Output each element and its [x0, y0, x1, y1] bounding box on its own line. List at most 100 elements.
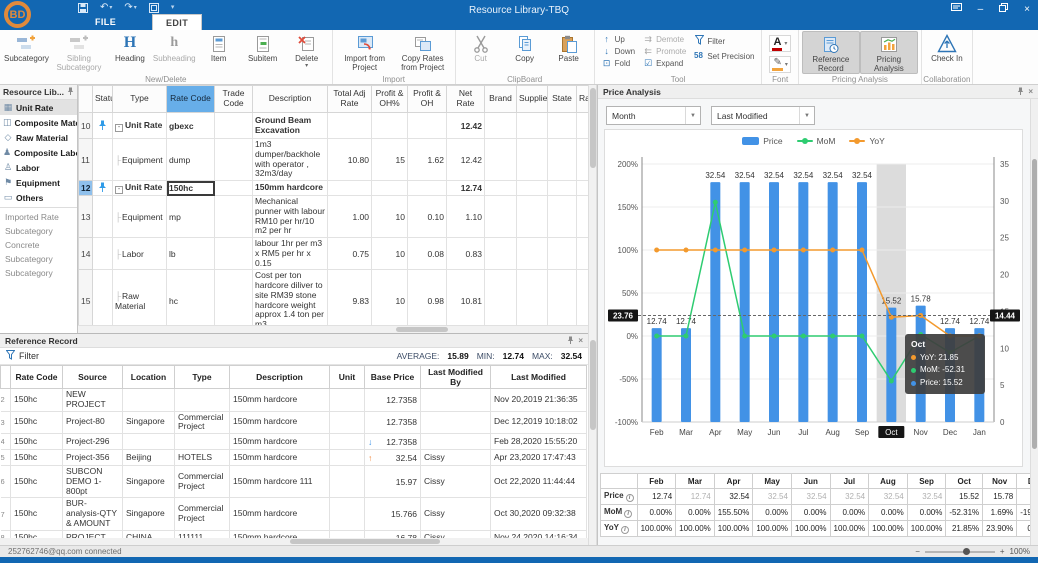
grid-cell[interactable]: mp: [167, 196, 215, 238]
ref-cell[interactable]: 4: [1, 434, 11, 450]
grid-cell[interactable]: -Unit Rate: [113, 113, 167, 139]
sidebar-subitem[interactable]: Subcategory: [0, 266, 77, 280]
ref-cell[interactable]: Commercial Project: [175, 498, 230, 530]
ref-cell[interactable]: SUBCON DEMO 1-800pt: [63, 466, 123, 498]
delete-button[interactable]: Delete ▾: [285, 31, 329, 70]
grid-cell[interactable]: 1.00: [328, 196, 372, 238]
ref-cell[interactable]: 7: [1, 498, 11, 530]
sidebar-item-others[interactable]: ▭Others: [0, 190, 77, 205]
panel-pin-icon[interactable]: [567, 336, 574, 346]
ref-cell[interactable]: 150mm hardcore: [230, 389, 330, 412]
pricing-analysis-button[interactable]: Pricing Analysis: [860, 31, 918, 74]
ref-cell[interactable]: [330, 434, 365, 450]
grid-cell[interactable]: 0.98: [408, 270, 447, 325]
sidebar-item-unit-rate[interactable]: ▦Unit Rate: [0, 100, 77, 115]
grid-row-10[interactable]: 10-Unit RategbexcGround Beam Excavation1…: [79, 113, 589, 139]
ref-horizontal-scrollbar[interactable]: [0, 538, 588, 545]
grid-column-header[interactable]: Profit & OH%: [372, 86, 408, 113]
grid-cell[interactable]: [93, 181, 113, 196]
filter-button[interactable]: Filter: [694, 35, 754, 47]
grid-cell[interactable]: [577, 238, 589, 270]
grid-cell[interactable]: 1m3 dumper/backhole with operator , 32m3…: [253, 139, 328, 181]
minimize-button[interactable]: –: [978, 4, 984, 15]
copy-rates-from-project-button[interactable]: Copy Rates from Project: [394, 31, 452, 72]
grid-cell[interactable]: 12.42: [447, 113, 485, 139]
ref-cell[interactable]: 6: [1, 466, 11, 498]
ref-cell[interactable]: Project-296: [63, 434, 123, 450]
grid-column-header[interactable]: [79, 86, 93, 113]
grid-cell[interactable]: [485, 238, 517, 270]
sidebar-subitem[interactable]: Subcategory: [0, 252, 77, 266]
promote-button[interactable]: ⇇Promote: [643, 47, 686, 56]
grid-cell[interactable]: [548, 181, 577, 196]
reference-row[interactable]: 2150hcNEW PROJECT150mm hardcore12.7358No…: [1, 389, 587, 412]
grid-row-12[interactable]: 12-Unit Rate150hc150mm hardcore12.74: [79, 181, 589, 196]
grid-cell[interactable]: [548, 113, 577, 139]
info-icon[interactable]: i: [626, 494, 634, 502]
reference-row[interactable]: 4150hcProject-296150mm hardcore↓12.7358F…: [1, 434, 587, 450]
grid-cell[interactable]: [577, 139, 589, 181]
grid-column-header[interactable]: Supplier: [517, 86, 548, 113]
ref-cell[interactable]: [421, 389, 491, 412]
grid-cell[interactable]: 0.83: [447, 238, 485, 270]
grid-cell[interactable]: 10: [372, 270, 408, 325]
grid-cell[interactable]: ├Labor: [113, 238, 167, 270]
grid-row-15[interactable]: 15├Raw MaterialhcCost per ton hardcore d…: [79, 270, 589, 325]
grid-column-header[interactable]: State: [548, 86, 577, 113]
zoom-slider[interactable]: [925, 551, 995, 553]
period-dropdown[interactable]: Month ▼: [606, 106, 701, 125]
ref-cell[interactable]: Nov 20,2019 21:36:35: [491, 389, 587, 412]
tree-collapse-icon[interactable]: -: [115, 124, 123, 132]
ref-column-header[interactable]: Location: [123, 366, 175, 389]
ref-cell[interactable]: 150hc: [11, 450, 63, 466]
ref-cell[interactable]: Project-80: [63, 411, 123, 434]
grid-vscroll-thumb[interactable]: [590, 88, 596, 168]
grid-cell[interactable]: [372, 181, 408, 196]
ref-cell[interactable]: 150mm hardcore: [230, 411, 330, 434]
sidebar-pin-icon[interactable]: [67, 87, 74, 97]
ref-cell[interactable]: 150hc: [11, 498, 63, 530]
subheading-button[interactable]: h Subheading: [152, 31, 197, 63]
ref-cell[interactable]: [330, 411, 365, 434]
reference-row[interactable]: 3150hcProject-80SingaporeCommercial Proj…: [1, 411, 587, 434]
ref-cell[interactable]: ↓12.7358: [365, 434, 421, 450]
sidebar-subitem[interactable]: Concrete: [0, 238, 77, 252]
sidebar-item-labor[interactable]: ♙Labor: [0, 160, 77, 175]
item-button[interactable]: Item: [197, 31, 241, 63]
grid-hscroll-thumb[interactable]: [396, 327, 448, 332]
grid-cell[interactable]: [408, 181, 447, 196]
grid-cell[interactable]: [485, 139, 517, 181]
ref-cell[interactable]: [330, 389, 365, 412]
grid-cell[interactable]: [548, 139, 577, 181]
grid-cell[interactable]: [577, 196, 589, 238]
ref-column-header[interactable]: [1, 366, 11, 389]
save-icon[interactable]: [78, 3, 88, 13]
grid-column-header[interactable]: Rate Code: [167, 86, 215, 113]
ref-cell[interactable]: 150mm hardcore: [230, 498, 330, 530]
grid-cell[interactable]: 15: [372, 139, 408, 181]
ref-cell[interactable]: 150hc: [11, 466, 63, 498]
grid-cell[interactable]: ├Equipment: [113, 139, 167, 181]
ref-cell[interactable]: [330, 466, 365, 498]
grid-cell[interactable]: [485, 196, 517, 238]
panel-close-icon[interactable]: ×: [578, 336, 583, 345]
grid-column-header[interactable]: Description: [253, 86, 328, 113]
grid-cell[interactable]: Ground Beam Excavation: [253, 113, 328, 139]
price-panel-scrollbar[interactable]: [1030, 99, 1038, 545]
grid-cell[interactable]: Mechanical punner with labour RM10 per h…: [253, 196, 328, 238]
reference-row[interactable]: 6150hcSUBCON DEMO 1-800ptSingaporeCommer…: [1, 466, 587, 498]
grid-horizontal-scrollbar[interactable]: [78, 325, 588, 333]
panel-pin-icon[interactable]: [1017, 87, 1024, 97]
grid-cell[interactable]: Cost per ton hardcore diliver to site RM…: [253, 270, 328, 325]
grid-cell[interactable]: 150hc: [167, 181, 215, 196]
grid-column-header[interactable]: Trade Code: [215, 86, 253, 113]
grid-cell[interactable]: [372, 113, 408, 139]
grid-row-14[interactable]: 14├Laborlblabour 1hr per m3 x RM5 per hr…: [79, 238, 589, 270]
grid-column-header[interactable]: Net Rate: [447, 86, 485, 113]
font-color-button[interactable]: A▾: [769, 35, 790, 52]
grid-cell[interactable]: [517, 139, 548, 181]
ref-column-header[interactable]: Rate Code: [11, 366, 63, 389]
grid-cell[interactable]: 150mm hardcore: [253, 181, 328, 196]
customize-toolbar-icon[interactable]: ▾: [171, 4, 175, 11]
demote-button[interactable]: ⇉Demote: [643, 35, 686, 44]
